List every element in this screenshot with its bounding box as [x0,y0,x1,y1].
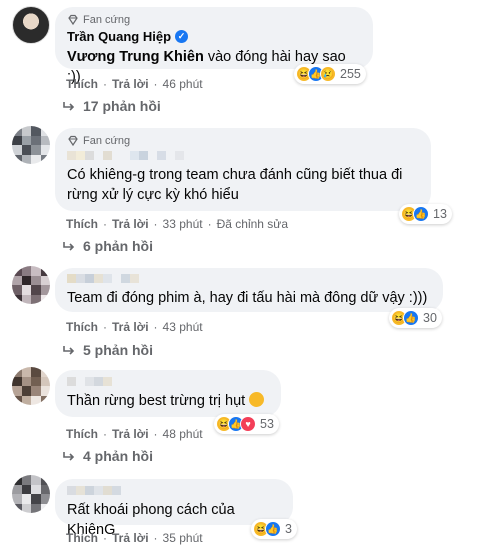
author-name[interactable]: Trần Quang Hiệp [67,29,171,44]
comment-actions: Thích · Trả lời · 33 phút · Đã chỉnh sửa [66,217,288,231]
view-replies-link[interactable]: 6 phản hồi [63,238,153,254]
reply-arrow-icon [63,346,75,355]
comment-text: Có khiêng-g trong team chưa đánh cũng bi… [67,167,403,203]
view-replies-link[interactable]: 5 phản hồi [63,342,153,358]
like-button[interactable]: Thích [66,217,98,231]
avatar[interactable] [12,266,50,304]
comment-bubble: Team đi đóng phim à, hay đi tấu hài mà đ… [55,268,443,312]
edited-label: Đã chỉnh sửa [216,217,288,231]
like-button[interactable]: Thích [66,320,98,334]
reply-button[interactable]: Trả lời [112,320,149,334]
view-replies-link[interactable]: 17 phản hồi [63,98,161,114]
like-button[interactable]: Thích [66,531,98,545]
love-icon: ♥ [240,416,256,432]
like-button[interactable]: Thích [66,77,98,91]
like-icon: 👍 [265,521,281,537]
timestamp[interactable]: 35 phút [163,531,203,545]
avatar[interactable] [12,126,50,164]
fan-badge: Fan cứng [67,134,419,148]
timestamp[interactable]: 48 phút [163,427,203,441]
verified-icon: ✓ [175,30,189,43]
comment-actions: Thích · Trả lời · 35 phút [66,531,203,545]
reply-button[interactable]: Trả lời [112,77,149,91]
reply-button[interactable]: Trả lời [112,531,149,545]
reply-button[interactable]: Trả lời [112,217,149,231]
view-replies-link[interactable]: 4 phản hồi [63,448,153,464]
reply-arrow-icon [63,102,75,111]
comment-text: Thần rừng best trừng trị hụt [67,391,269,411]
timestamp[interactable]: 46 phút [163,77,203,91]
timestamp[interactable]: 43 phút [163,320,203,334]
reaction-count: 53 [260,417,274,431]
comment-actions: Thích · Trả lời · 46 phút [66,77,203,91]
avatar[interactable] [12,6,50,44]
comment-bubble: Rất khoái phong cách của KhiênG [55,479,293,538]
comment-actions: Thích · Trả lời · 48 phút [66,427,203,441]
sad-icon: 😢 [320,66,336,82]
reaction-summary[interactable]: 😆 👍 ♥ 53 [214,414,279,434]
reaction-count: 3 [285,522,292,536]
laughing-emoji-icon [249,392,265,407]
badge-label: Fan cứng [83,135,131,147]
author-name-blurred[interactable] [67,486,281,497]
timestamp[interactable]: 33 phút [163,217,203,231]
mention-link[interactable]: Vương Trung Khiên [67,49,204,65]
avatar[interactable] [12,367,50,405]
comment-author[interactable]: Trần Quang Hiệp ✓ [67,29,361,44]
fan-badge: Fan cứng [67,13,361,27]
comment-bubble: Fan cứng Có khiêng-g trong team chưa đán… [55,128,431,211]
reaction-summary[interactable]: 😆 👍 30 [389,308,442,328]
reaction-count: 255 [340,67,361,81]
reaction-count: 30 [423,311,437,325]
reply-button[interactable]: Trả lời [112,427,149,441]
comment-text: Team đi đóng phim à, hay đi tấu hài mà đ… [67,290,428,306]
reaction-summary[interactable]: 😆 👍 😢 255 [294,64,366,84]
reply-arrow-icon [63,242,75,251]
author-name-blurred[interactable] [67,274,431,285]
author-name-blurred[interactable] [67,377,269,388]
badge-label: Fan cứng [83,14,131,26]
like-icon: 👍 [413,206,429,222]
avatar[interactable] [12,475,50,513]
reaction-summary[interactable]: 😆 👍 13 [399,204,452,224]
comment-actions: Thích · Trả lời · 43 phút [66,320,203,334]
reply-arrow-icon [63,452,75,461]
author-name-blurred[interactable] [67,151,419,162]
like-icon: 👍 [403,310,419,326]
comment-bubble: Thần rừng best trừng trị hụt [55,370,281,417]
reaction-count: 13 [433,207,447,221]
comment-bubble: Fan cứng Trần Quang Hiệp ✓ Vương Trung K… [55,7,373,85]
like-button[interactable]: Thích [66,427,98,441]
diamond-icon [68,14,78,26]
diamond-icon [68,135,78,147]
reaction-summary[interactable]: 😆 👍 3 [251,519,297,539]
